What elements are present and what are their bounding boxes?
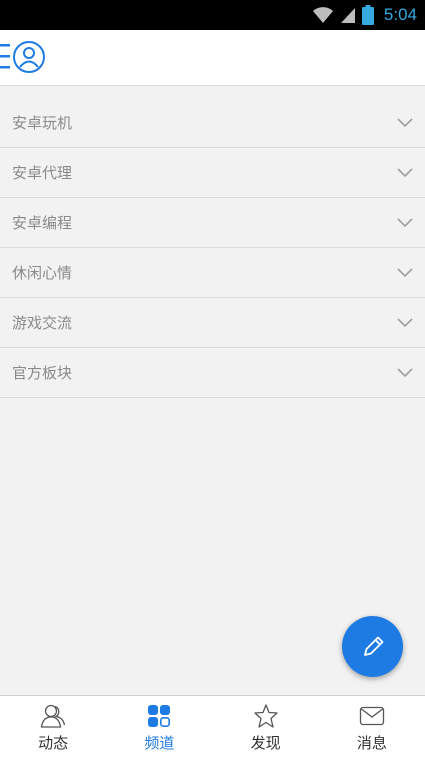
chevron-down-icon: [397, 317, 413, 327]
nav-item-channels[interactable]: 频道: [106, 696, 212, 757]
channel-item[interactable]: 安卓编程: [0, 198, 425, 248]
status-time: 5:04: [383, 5, 417, 24]
profile-menu-icon: [0, 41, 45, 73]
bottom-nav: 动态 频道 发现 消息: [0, 695, 425, 757]
channel-item[interactable]: 安卓玩机: [0, 98, 425, 148]
mail-icon: [359, 706, 385, 726]
channel-item[interactable]: 安卓代理: [0, 148, 425, 198]
channel-item[interactable]: 游戏交流: [0, 298, 425, 348]
app-header: [0, 30, 425, 86]
profile-menu-button[interactable]: [0, 40, 48, 76]
channel-item[interactable]: 官方板块: [0, 348, 425, 398]
chevron-down-icon: [397, 367, 413, 377]
wifi-icon: [312, 7, 333, 23]
channel-item[interactable]: 休闲心情: [0, 248, 425, 298]
channel-label: 休闲心情: [12, 264, 73, 282]
chevron-down-icon: [397, 217, 413, 227]
chevron-down-icon: [397, 267, 413, 277]
chevron-down-icon: [397, 117, 413, 127]
channel-label: 安卓代理: [12, 164, 73, 182]
nav-label: 消息: [356, 734, 387, 752]
channel-list: 安卓玩机 安卓代理 安卓编程 休闲心情 游戏交流 官方板块: [0, 98, 425, 398]
battery-icon: [361, 5, 374, 25]
grid-icon: [148, 705, 171, 727]
channel-label: 安卓编程: [12, 214, 73, 232]
channel-label: 安卓玩机: [12, 114, 73, 132]
nav-item-discover[interactable]: 发现: [213, 696, 319, 757]
nav-item-dynamics[interactable]: 动态: [0, 696, 106, 757]
pencil-icon: [363, 636, 383, 656]
channel-label: 官方板块: [12, 364, 73, 382]
nav-label: 发现: [250, 734, 281, 752]
nav-item-messages[interactable]: 消息: [319, 696, 425, 757]
signal-icon: [340, 8, 355, 23]
people-icon: [40, 704, 66, 728]
channel-label: 游戏交流: [12, 314, 73, 332]
nav-label: 动态: [38, 734, 69, 752]
status-bar: 5:04: [0, 0, 425, 30]
star-icon: [253, 704, 278, 728]
nav-label: 频道: [144, 734, 175, 752]
chevron-down-icon: [397, 167, 413, 177]
compose-button[interactable]: [342, 616, 403, 677]
